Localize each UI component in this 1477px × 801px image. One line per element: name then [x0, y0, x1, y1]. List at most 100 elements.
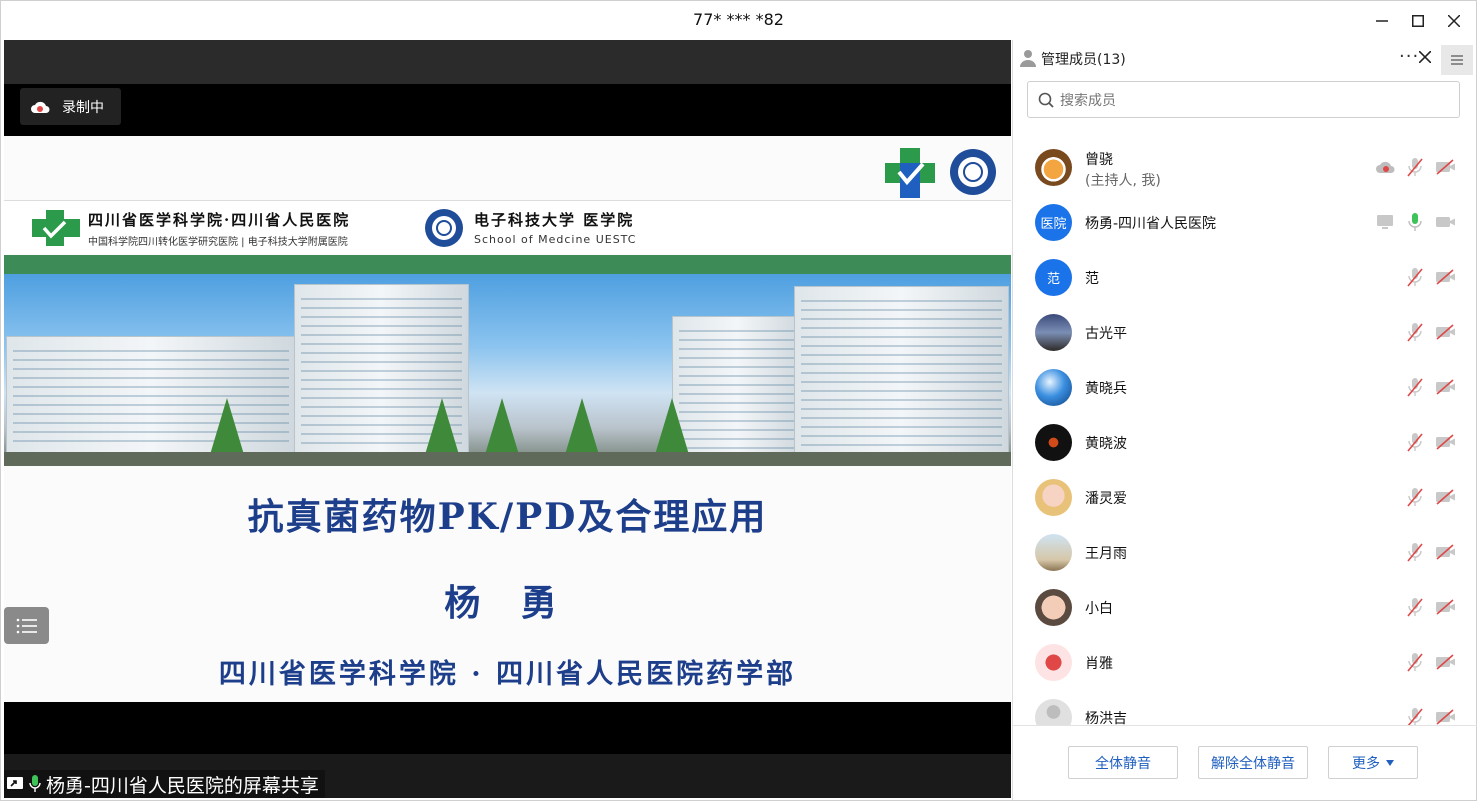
member-name: 潘灵爱 [1085, 491, 1127, 507]
list-toggle-button[interactable] [4, 607, 49, 644]
tiger-avatar [1035, 149, 1072, 186]
member-row[interactable]: 小白 [1013, 580, 1477, 635]
member-controls [1375, 212, 1455, 232]
maximize-button[interactable] [1403, 7, 1433, 35]
screen-share-label: 杨勇-四川省人民医院的屏幕共享 [46, 774, 319, 797]
shared-screen-view[interactable]: 录制中 四川省医学科学院·四川省人民医院 中国科学院四川转化医学研究医院 | 电… [4, 40, 1011, 798]
member-name: 小白 [1085, 601, 1113, 617]
initials-avatar: 范 [1035, 259, 1072, 296]
close-icon [1448, 15, 1460, 27]
member-row[interactable]: 医院 杨勇-四川省人民医院 [1013, 195, 1477, 250]
mic-muted-icon[interactable] [1405, 652, 1425, 672]
member-search-box[interactable] [1027, 81, 1460, 118]
screen-share-icon [1375, 212, 1395, 232]
cartoon-avatar [1035, 644, 1072, 681]
camera-off-icon[interactable] [1435, 597, 1455, 617]
cloud-record-icon [1375, 157, 1395, 177]
hospital-buildings-photo [4, 274, 1011, 466]
panel-close-button[interactable] [1418, 47, 1432, 68]
video-top-bar [4, 40, 1011, 84]
default-avatar [1035, 699, 1072, 725]
university-subtitle: School of Medcine UESTC [474, 233, 637, 246]
video-bottom-strip [4, 702, 1011, 754]
mic-active-icon [29, 775, 41, 792]
slide-top-logos [885, 148, 997, 198]
member-name: 曾骁 [1085, 152, 1113, 168]
slide-organization: 四川省医学科学院 · 四川省人民医院药学部 [218, 659, 797, 690]
globe-avatar [1035, 369, 1072, 406]
member-row[interactable]: 黄晓波 [1013, 415, 1477, 470]
mic-muted-icon[interactable] [1405, 432, 1425, 452]
camera-off-icon[interactable] [1435, 322, 1455, 342]
member-row[interactable]: 潘灵爱 [1013, 470, 1477, 525]
close-icon [1418, 50, 1432, 64]
member-row[interactable]: 黄晓兵 [1013, 360, 1477, 415]
member-row[interactable]: 曾骁 (主持人, 我) [1013, 140, 1477, 195]
member-name: 古光平 [1085, 326, 1127, 342]
beach-avatar [1035, 534, 1072, 571]
mic-muted-icon[interactable] [1405, 597, 1425, 617]
camera-off-icon[interactable] [1435, 432, 1455, 452]
unmute-all-button[interactable]: 解除全体静音 [1198, 746, 1308, 779]
slide-author: 杨 勇 [444, 582, 571, 624]
close-button[interactable] [1439, 7, 1469, 35]
member-row[interactable]: 肖雅 [1013, 635, 1477, 690]
member-controls [1405, 707, 1455, 725]
member-controls [1405, 432, 1455, 452]
member-row[interactable]: 范范 [1013, 250, 1477, 305]
camera-off-icon[interactable] [1435, 267, 1455, 287]
camera-off-icon[interactable] [1435, 652, 1455, 672]
member-row[interactable]: 杨洪吉 [1013, 690, 1477, 725]
minimize-button[interactable] [1367, 7, 1397, 35]
member-row[interactable]: 古光平 [1013, 305, 1477, 360]
screen-share-icon [7, 777, 23, 789]
more-button-label: 更多 [1352, 754, 1380, 771]
hospital-small-logo-icon [32, 210, 80, 246]
member-controls [1405, 542, 1455, 562]
search-icon [1038, 92, 1054, 108]
camera-off-icon[interactable] [1435, 157, 1455, 177]
maximize-icon [1412, 15, 1424, 27]
member-name: 黄晓波 [1085, 436, 1127, 452]
member-row[interactable]: 王月雨 [1013, 525, 1477, 580]
screen-share-label-bar: 杨勇-四川省人民医院的屏幕共享 [4, 770, 325, 798]
member-controls [1405, 267, 1455, 287]
university-small-seal-icon [425, 209, 463, 247]
mic-muted-icon[interactable] [1405, 157, 1425, 177]
members-panel: 管理成员(13) ··· 曾骁 (主持人, 我) 医院杨勇-四川省人民医院范范古光平… [1012, 40, 1477, 800]
caret-down-icon [1386, 759, 1394, 766]
camera-off-icon[interactable] [1435, 377, 1455, 397]
mic-muted-icon[interactable] [1405, 322, 1425, 342]
member-name: 黄晓兵 [1085, 381, 1127, 397]
member-name: 杨洪吉 [1085, 711, 1127, 725]
slide-title: 抗真菌药物PK/PD及合理应用 [247, 496, 768, 538]
camera-off-icon[interactable] [1435, 707, 1455, 725]
member-controls [1405, 597, 1455, 617]
dark-avatar [1035, 424, 1072, 461]
more-button[interactable]: 更多 [1328, 746, 1418, 779]
more-options-button[interactable]: ··· [1399, 46, 1419, 67]
mute-all-button[interactable]: 全体静音 [1068, 746, 1178, 779]
mic-muted-icon[interactable] [1405, 542, 1425, 562]
minimize-icon [1376, 20, 1388, 22]
hamburger-icon [1451, 55, 1463, 65]
mic-muted-icon[interactable] [1405, 487, 1425, 507]
members-panel-title: 管理成员(13) [1041, 52, 1126, 68]
member-list: 曾骁 (主持人, 我) 医院 杨勇-四川省人民医院范范古光平黄晓兵黄晓波潘灵爱王月雨小… [1013, 140, 1477, 725]
photo-avatar [1035, 314, 1072, 351]
member-search-input[interactable] [1060, 91, 1440, 108]
mic-active-icon[interactable] [1405, 212, 1425, 232]
meeting-window: 77* *** *82 录制中 四川省医学科学院·四川省人民医院 中国科学院四川… [0, 0, 1477, 801]
camera-off-icon[interactable] [1435, 487, 1455, 507]
camera-icon[interactable] [1435, 212, 1455, 232]
hospital-logo-icon [885, 148, 935, 198]
member-controls [1405, 652, 1455, 672]
mic-muted-icon[interactable] [1405, 707, 1425, 725]
panel-menu-button[interactable] [1441, 45, 1473, 75]
mic-muted-icon[interactable] [1405, 267, 1425, 287]
member-name: 王月雨 [1085, 546, 1127, 562]
recording-indicator[interactable]: 录制中 [20, 88, 121, 125]
mic-muted-icon[interactable] [1405, 377, 1425, 397]
camera-off-icon[interactable] [1435, 542, 1455, 562]
recording-label: 录制中 [62, 99, 104, 116]
